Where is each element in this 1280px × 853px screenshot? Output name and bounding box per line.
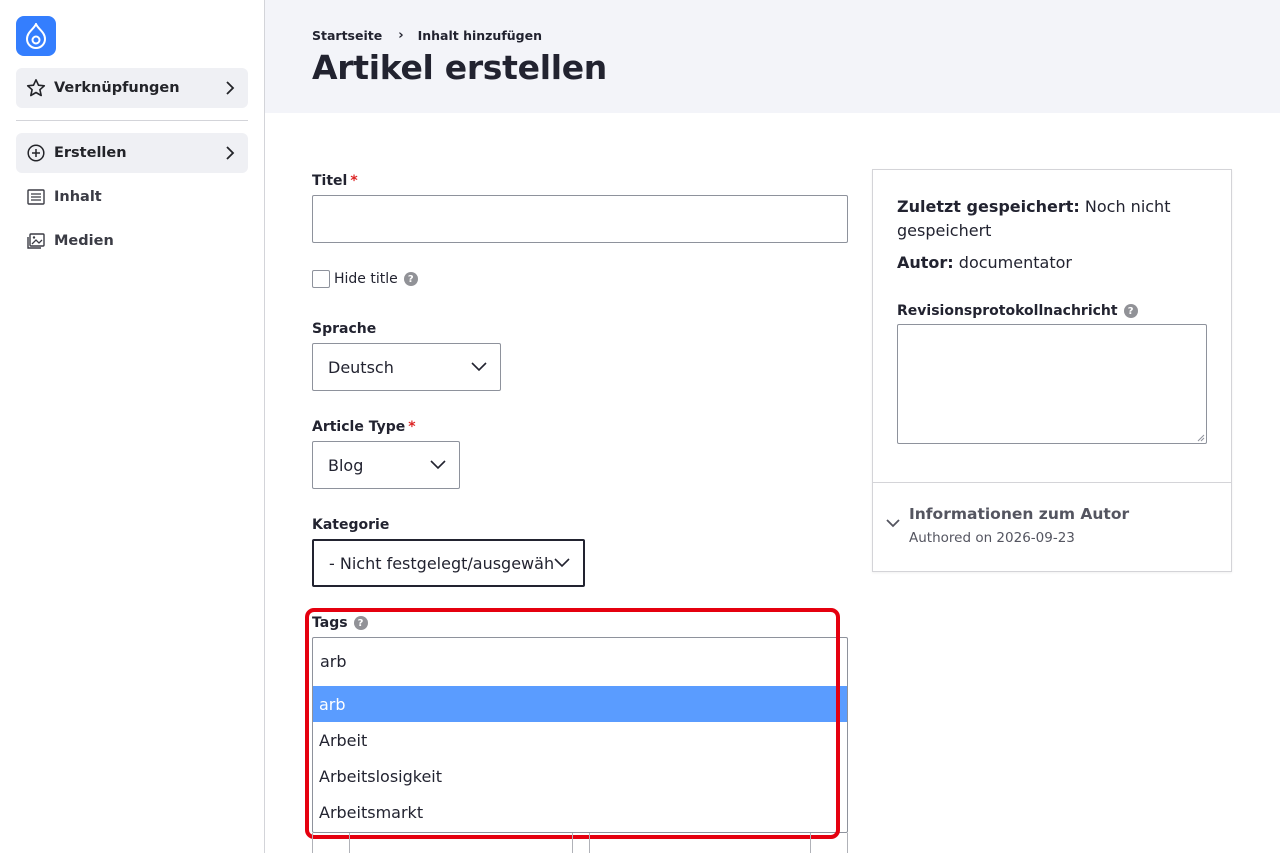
autocomplete-option[interactable]: Arbeitsmarkt: [313, 794, 847, 830]
tags-autocomplete-dropdown: arb Arbeit Arbeitslosigkeit Arbeitsmarkt: [313, 686, 847, 830]
meta-panel: Zuletzt gespeichert: Noch nicht gespeich…: [872, 169, 1232, 572]
last-saved-info: Zuletzt gespeichert: Noch nicht gespeich…: [897, 195, 1207, 243]
hide-title-label: Hide title: [334, 271, 398, 287]
author-label: Autor:: [897, 253, 954, 272]
article-type-select[interactable]: Blog: [312, 441, 460, 489]
help-icon[interactable]: ?: [1123, 304, 1138, 318]
title-label-text: Titel: [312, 173, 348, 189]
article-type-label-text: Article Type: [312, 419, 406, 435]
sidebar-item-label: Erstellen: [54, 145, 127, 161]
sidebar-divider: [16, 120, 248, 121]
hide-title-row: Hide title ?: [312, 270, 418, 288]
tags-input-value: arb: [320, 652, 347, 671]
sidebar-item-label: Medien: [54, 233, 114, 249]
chevron-down-icon: [429, 456, 447, 474]
resize-handle-icon[interactable]: [1197, 434, 1205, 442]
title-input[interactable]: [312, 195, 848, 243]
page-title: Artikel erstellen: [312, 48, 607, 87]
star-icon: [26, 78, 46, 98]
category-label-text: Kategorie: [312, 517, 390, 533]
language-select[interactable]: Deutsch: [312, 343, 501, 391]
partial-border: [847, 833, 848, 853]
title-field-label: Titel *: [312, 173, 358, 189]
category-select-value: - Nicht festgelegt/ausgewählt -: [329, 553, 553, 573]
tags-field-label: Tags ?: [312, 615, 368, 631]
author-info-toggle[interactable]: Informationen zum Autor: [909, 505, 1129, 523]
last-saved-label: Zuletzt gespeichert:: [897, 197, 1080, 216]
partial-border: [312, 833, 313, 853]
revision-log-textarea[interactable]: [897, 324, 1207, 444]
required-marker: *: [350, 173, 358, 189]
autocomplete-option[interactable]: Arbeitslosigkeit: [313, 758, 847, 794]
partial-border: [589, 833, 590, 853]
sidebar: Verknüpfungen Erstellen Inhalt Medien: [0, 0, 265, 853]
plus-circle-icon: [26, 143, 46, 163]
panel-divider: [873, 482, 1231, 483]
breadcrumb-home-link[interactable]: Startseite: [312, 28, 382, 43]
chevron-right-icon: [222, 145, 238, 161]
drupal-logo-icon[interactable]: [16, 16, 56, 56]
sidebar-item-label: Inhalt: [54, 189, 102, 205]
partial-border: [810, 833, 811, 853]
category-field-label: Kategorie: [312, 517, 389, 533]
author-value: documentator: [958, 253, 1072, 272]
author-info-summary: Authored on 2026-09-23: [909, 530, 1075, 546]
help-icon[interactable]: ?: [353, 616, 368, 630]
partial-border: [349, 833, 350, 853]
revision-log-label: Revisionsprotokollnachricht ?: [897, 303, 1138, 319]
help-icon[interactable]: ?: [403, 272, 418, 286]
sidebar-item-content[interactable]: Inhalt: [16, 177, 248, 217]
breadcrumb-separator: ›: [398, 28, 404, 43]
content-list-icon: [26, 187, 46, 207]
breadcrumb-add-content-link[interactable]: Inhalt hinzufügen: [418, 28, 542, 43]
partial-border: [572, 833, 573, 853]
language-label-text: Sprache: [312, 321, 377, 337]
chevron-down-icon: [470, 358, 488, 376]
hide-title-checkbox[interactable]: [312, 270, 330, 288]
sidebar-item-label: Verknüpfungen: [54, 80, 180, 96]
category-select[interactable]: - Nicht festgelegt/ausgewählt -: [312, 539, 585, 587]
chevron-right-icon: [222, 80, 238, 96]
autocomplete-option[interactable]: arb: [313, 686, 847, 722]
language-field-label: Sprache: [312, 321, 376, 337]
author-info: Autor: documentator: [897, 251, 1072, 275]
article-type-field-label: Article Type *: [312, 419, 416, 435]
autocomplete-option[interactable]: Arbeit: [313, 722, 847, 758]
sidebar-item-shortcuts[interactable]: Verknüpfungen: [16, 68, 248, 108]
tags-label-text: Tags: [312, 615, 348, 631]
sidebar-item-create[interactable]: Erstellen: [16, 133, 248, 173]
chevron-down-icon[interactable]: [885, 515, 901, 531]
media-image-icon: [26, 231, 46, 251]
language-select-value: Deutsch: [328, 357, 394, 377]
page-header: Startseite › Inhalt hinzufügen Artikel e…: [265, 0, 1280, 113]
revision-label-text: Revisionsprotokollnachricht: [897, 303, 1118, 319]
required-marker: *: [408, 419, 416, 435]
sidebar-item-media[interactable]: Medien: [16, 221, 248, 261]
article-type-select-value: Blog: [328, 455, 364, 475]
breadcrumb: Startseite › Inhalt hinzufügen: [312, 28, 542, 43]
chevron-down-icon: [553, 554, 571, 572]
